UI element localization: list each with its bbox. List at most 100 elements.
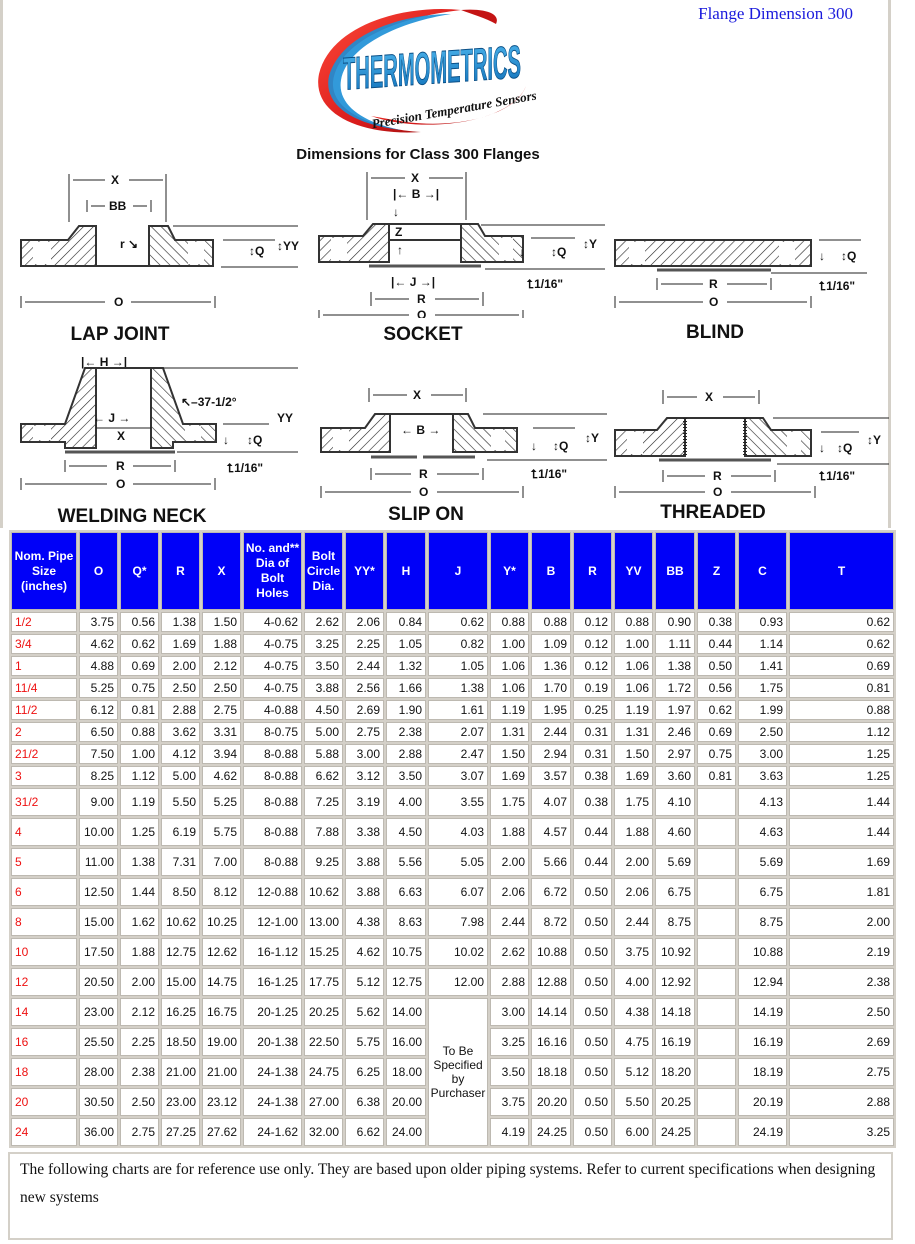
table-cell: 3.57: [531, 766, 571, 786]
dim-r: r ↘: [120, 237, 138, 251]
table-cell: 36.00: [79, 1118, 118, 1146]
nominal-pipe-size: 24: [11, 1118, 77, 1146]
dim-q: ↕Q: [551, 245, 566, 259]
table-cell: 18.19: [738, 1058, 787, 1086]
table-cell: 7.25: [304, 788, 343, 816]
table-cell: 2.00: [490, 848, 529, 876]
dim-r: R: [713, 469, 722, 483]
table-cell: 0.31: [573, 722, 612, 742]
table-cell: 1.25: [120, 818, 159, 846]
table-cell: 10.92: [655, 938, 695, 966]
table-cell: 6.07: [428, 878, 488, 906]
table-cell: 4.62: [79, 634, 118, 654]
column-header: C: [738, 532, 787, 610]
table-cell: 1.36: [531, 656, 571, 676]
table-cell: 0.50: [573, 1028, 612, 1056]
table-row: 4 10.00 1.25 6.19 5.75 8-0.88 7.88 3.38 4.50 4.03…: [11, 818, 894, 846]
svg-text:↓: ↓: [819, 441, 825, 455]
table-cell: [697, 1118, 736, 1146]
dim-q: ↕Q: [247, 433, 262, 447]
column-header: Z: [697, 532, 736, 610]
table-cell: 1.44: [789, 788, 894, 816]
table-cell: 3.50: [490, 1058, 529, 1086]
table-cell: 3.38: [345, 818, 384, 846]
table-cell: 17.75: [304, 968, 343, 996]
column-header: BB: [655, 532, 695, 610]
dim-y: ↕Y: [583, 237, 597, 251]
dim-o: O: [709, 295, 718, 309]
table-cell: 24.25: [531, 1118, 571, 1146]
nominal-pipe-size: 18: [11, 1058, 77, 1086]
table-row: 1 4.88 0.69 2.00 2.12 4-0.75 3.50 2.44 1.32 1.05 1…: [11, 656, 894, 676]
dim-j: |← J →|: [391, 275, 435, 289]
table-cell: 8.50: [161, 878, 200, 906]
table-cell: 2.07: [428, 722, 488, 742]
dim-o: O: [114, 295, 123, 309]
table-cell: 1.75: [738, 678, 787, 698]
table-cell: 11.00: [79, 848, 118, 876]
table-cell: 1.14: [738, 634, 787, 654]
dim-bb: BB: [109, 199, 127, 213]
table-cell: 2.25: [120, 1028, 159, 1056]
nominal-pipe-size: 14: [11, 998, 77, 1026]
table-cell: [697, 848, 736, 876]
table-cell: 4.00: [614, 968, 653, 996]
column-header: B: [531, 532, 571, 610]
table-cell: 2.12: [120, 998, 159, 1026]
socket-drawing: X |← B →| ↓ Z ↑ ↓ ↕Q ↕Y ⮤1/16" |← J →| R: [318, 171, 605, 318]
dim-b: |← B →|: [393, 187, 439, 201]
dim-r: R: [419, 467, 428, 481]
table-cell: 21.00: [202, 1058, 241, 1086]
dim-b: ← B →: [401, 423, 440, 437]
j-specified-by-purchaser: To Be Specified by Purchaser: [428, 998, 488, 1146]
table-cell: 1.50: [202, 612, 241, 632]
nominal-pipe-size: 12: [11, 968, 77, 996]
table-cell: 5.69: [738, 848, 787, 876]
table-cell: 2.06: [345, 612, 384, 632]
table-cell: 12.75: [161, 938, 200, 966]
nominal-pipe-size: 2: [11, 722, 77, 742]
table-cell: 23.12: [202, 1088, 241, 1116]
dim-1-16: ⮤1/16": [527, 277, 563, 291]
table-cell: 2.62: [490, 938, 529, 966]
table-cell: 2.25: [345, 634, 384, 654]
nominal-pipe-size: 16: [11, 1028, 77, 1056]
table-cell: 1.50: [490, 744, 529, 764]
column-header: X: [202, 532, 241, 610]
nominal-pipe-size: 11/2: [11, 700, 77, 720]
dim-r: R: [709, 277, 718, 291]
table-cell: 0.62: [789, 612, 894, 632]
table-cell: 1.25: [789, 766, 894, 786]
table-cell: 3.88: [345, 848, 384, 876]
table-cell: 5.66: [531, 848, 571, 876]
svg-text:↓: ↓: [223, 433, 229, 447]
table-cell: 7.50: [79, 744, 118, 764]
table-cell: 30.50: [79, 1088, 118, 1116]
column-header: H: [386, 532, 426, 610]
table-cell: 2.46: [655, 722, 695, 742]
table-cell: 2.50: [202, 678, 241, 698]
table-cell: 18.50: [161, 1028, 200, 1056]
table-cell: 20.50: [79, 968, 118, 996]
table-cell: 2.44: [345, 656, 384, 676]
dim-y: ↕Y: [585, 431, 599, 445]
table-cell: 4.75: [614, 1028, 653, 1056]
table-cell: 0.44: [697, 634, 736, 654]
table-row: 6 12.50 1.44 8.50 8.12 12-0.88 10.62 3.88 6.63 6.…: [11, 878, 894, 906]
table-cell: 2.38: [120, 1058, 159, 1086]
table-cell: 7.00: [202, 848, 241, 876]
table-cell: 4.60: [655, 818, 695, 846]
table-cell: 1.69: [789, 848, 894, 876]
table-cell: 2.38: [789, 968, 894, 996]
nominal-pipe-size: 31/2: [11, 788, 77, 816]
diagram-label-threaded: THREADED: [660, 502, 766, 523]
column-header: R: [161, 532, 200, 610]
table-cell: 3.00: [738, 744, 787, 764]
table-cell: 2.12: [202, 656, 241, 676]
table-cell: 1.88: [614, 818, 653, 846]
table-cell: 2.69: [789, 1028, 894, 1056]
table-cell: 4.38: [614, 998, 653, 1026]
table-cell: 3.75: [79, 612, 118, 632]
diagram-lap-joint: X BB r ↘ ↕Q ↕YY O LAP JOINT: [13, 168, 313, 345]
table-cell: 21.00: [161, 1058, 200, 1086]
